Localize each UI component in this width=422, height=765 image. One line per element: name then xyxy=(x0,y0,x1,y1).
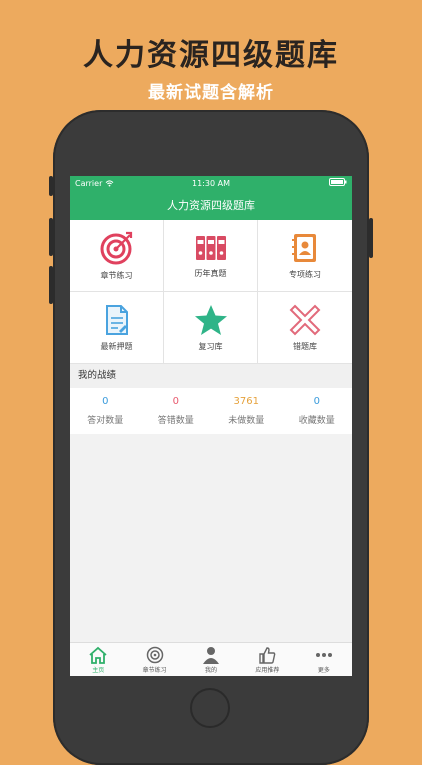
tab-label: 主页 xyxy=(92,666,105,674)
status-bar: Carrier 11:30 AM xyxy=(70,176,352,190)
stat-label: 收藏数量 xyxy=(298,416,335,426)
feature-grid: 章节练习 历年真题 专项练习 最新押题 复习库 错题库 xyxy=(70,220,352,364)
tab-app-recommend[interactable]: 应用推荐 xyxy=(239,643,295,676)
tab-label: 更多 xyxy=(317,666,330,674)
promo-title: 人力资源四级题库 xyxy=(83,38,339,73)
tab-label: 章节练习 xyxy=(142,666,167,674)
contact-book-icon xyxy=(292,233,316,262)
grid-item-special-practice[interactable]: 专项练习 xyxy=(258,220,352,292)
grid-item-past-exams[interactable]: 历年真题 xyxy=(164,220,258,292)
grid-item-latest-predictions[interactable]: 最新押题 xyxy=(70,292,164,364)
grid-item-label: 错题库 xyxy=(293,341,317,351)
promo-subtitle: 最新试题含解析 xyxy=(148,83,274,103)
phone-side-button xyxy=(49,176,53,196)
user-icon xyxy=(203,646,220,664)
stat-label: 答错数量 xyxy=(157,416,194,426)
tab-label: 我的 xyxy=(205,666,218,674)
tab-mine[interactable]: 我的 xyxy=(183,643,239,676)
tab-chapter-practice[interactable]: 章节练习 xyxy=(126,643,182,676)
tab-bar: 主页 章节练习 我的 应用推荐 更多 xyxy=(70,642,352,676)
stat-label: 答对数量 xyxy=(87,416,124,426)
stat-undone-count[interactable]: 3761 未做数量 xyxy=(211,388,282,434)
home-button[interactable] xyxy=(190,688,230,728)
document-icon xyxy=(105,304,128,335)
stat-value: 3761 xyxy=(233,396,259,407)
phone-volume-down-button xyxy=(49,266,53,304)
grid-item-label: 复习库 xyxy=(198,341,223,351)
status-time: 11:30 AM xyxy=(192,178,230,188)
stat-correct-count[interactable]: 0 答对数量 xyxy=(70,388,141,434)
nav-bar: 人力资源四级题库 xyxy=(70,190,352,220)
thumbs-up-icon xyxy=(259,646,276,664)
grid-item-label: 最新押题 xyxy=(100,341,133,351)
stat-label: 未做数量 xyxy=(228,416,265,426)
page-title: 人力资源四级题库 xyxy=(167,199,255,212)
stat-value: 0 xyxy=(313,396,320,407)
phone-power-button xyxy=(369,218,373,258)
x-mark-icon xyxy=(289,304,321,335)
target-icon xyxy=(146,646,163,663)
phone-volume-up-button xyxy=(49,218,53,256)
grid-item-review-bank[interactable]: 复习库 xyxy=(164,292,258,364)
stats-section-title: 我的战绩 xyxy=(70,364,352,388)
stat-value: 0 xyxy=(172,396,179,407)
more-icon xyxy=(315,652,332,657)
tab-more[interactable]: 更多 xyxy=(296,643,352,676)
stat-favorites-count[interactable]: 0 收藏数量 xyxy=(282,388,353,434)
grid-item-chapter-practice[interactable]: 章节练习 xyxy=(70,220,164,292)
stat-wrong-count[interactable]: 0 答错数量 xyxy=(141,388,212,434)
binders-icon xyxy=(195,235,226,260)
grid-item-wrong-questions[interactable]: 错题库 xyxy=(258,292,352,364)
app-screen: Carrier 11:30 AM 人力资源四级题库 章节练习 历年真题 专项练习… xyxy=(70,176,352,676)
target-icon xyxy=(100,231,132,264)
tab-home[interactable]: 主页 xyxy=(70,643,126,676)
grid-item-label: 章节练习 xyxy=(100,270,133,280)
stat-value: 0 xyxy=(102,396,109,407)
grid-item-label: 历年真题 xyxy=(194,268,227,278)
star-icon xyxy=(194,304,227,335)
home-icon xyxy=(89,646,107,664)
stats-row: 0 答对数量 0 答错数量 3761 未做数量 0 收藏数量 xyxy=(70,388,352,434)
grid-item-label: 专项练习 xyxy=(289,269,321,279)
tab-label: 应用推荐 xyxy=(255,666,280,674)
